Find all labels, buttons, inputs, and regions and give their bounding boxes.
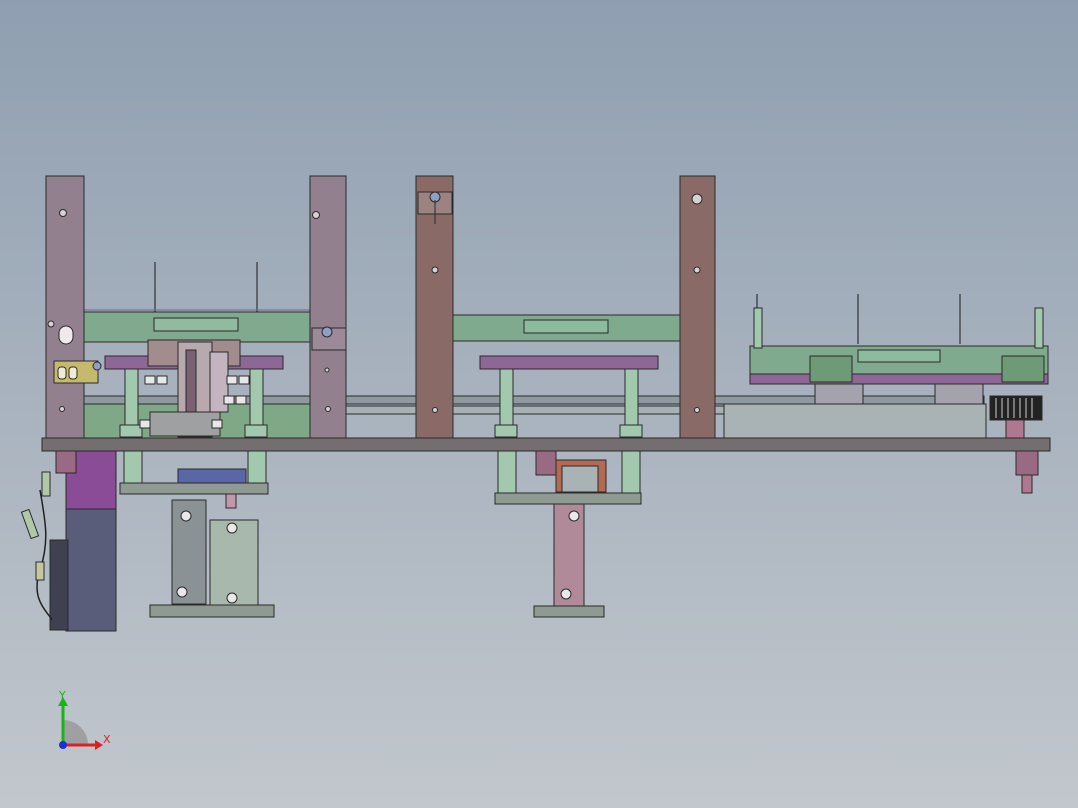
right-tray-block-left — [809, 355, 853, 383]
left-pillar-1-collar — [119, 424, 143, 438]
middle-pillar-1-collar — [494, 424, 518, 438]
post-4 — [679, 175, 716, 439]
middle-pillar-2 — [624, 368, 639, 426]
left-lift-crossplate — [119, 482, 269, 495]
machine-assembly — [20, 175, 1051, 632]
middle-pillar-2-collar — [619, 424, 643, 438]
right-tray-post-left — [753, 307, 763, 349]
pulley-hub — [1005, 419, 1025, 439]
right-tray-carrier-2 — [934, 383, 984, 405]
left-pillar-2-collar — [244, 424, 268, 438]
left-green-top-slot — [153, 317, 239, 332]
middle-green-slot — [523, 319, 609, 334]
left-lift-blue-pad — [177, 468, 247, 484]
coordinate-triad: Y X — [58, 689, 111, 750]
middle-purple-bar — [479, 355, 659, 370]
post-1-sensor-slot-b — [68, 366, 78, 380]
right-tray-carrier-1 — [814, 383, 864, 405]
triad-x-arrow — [95, 740, 103, 750]
mid-lift-collar-2 — [621, 450, 641, 494]
right-grey-block — [723, 403, 987, 439]
triad-origin — [59, 741, 67, 749]
right-foot-bolt — [1015, 450, 1039, 476]
motor-side-cap — [49, 539, 69, 631]
right-foot-pin — [1021, 474, 1033, 494]
sensor-probe-2 — [20, 508, 40, 540]
mid-lift-collar-1 — [497, 450, 517, 494]
mid-lift-crossplate — [494, 492, 642, 505]
post-1-slot — [58, 325, 74, 345]
left-lift-collar-2 — [247, 450, 267, 484]
cad-viewport[interactable]: Y X — [0, 0, 1078, 808]
left-gripper-block — [149, 411, 221, 437]
post-1-sensor-knob — [92, 361, 102, 371]
left-lift-footplate — [149, 604, 275, 618]
middle-pillar-1 — [499, 368, 514, 426]
right-tray-block-right — [1001, 355, 1045, 383]
left-lift-rod — [225, 493, 237, 509]
triad-x-label: X — [103, 733, 111, 746]
left-pillar-1 — [124, 368, 139, 426]
left-lift-collar-1 — [123, 450, 143, 484]
mid-lift-footplate — [533, 605, 605, 618]
sensor-probe-1 — [41, 471, 51, 497]
base-plate — [41, 437, 1051, 452]
sensor-probe-3 — [35, 561, 45, 581]
mid-lift-bracket-inner — [561, 465, 599, 493]
mid-lift-bolt — [535, 450, 557, 476]
motor-top-bolt — [55, 450, 77, 474]
triad-y-label: Y — [58, 689, 66, 702]
right-tray-post-right — [1034, 307, 1044, 349]
triad-z-quadrant — [63, 720, 88, 745]
post-2-knob — [321, 326, 333, 338]
post-1-sensor-slot-a — [57, 366, 67, 380]
right-tray-slot — [857, 349, 941, 363]
motor-body — [65, 508, 117, 632]
left-pillar-2 — [249, 368, 264, 426]
pulley-gear — [989, 395, 1043, 421]
